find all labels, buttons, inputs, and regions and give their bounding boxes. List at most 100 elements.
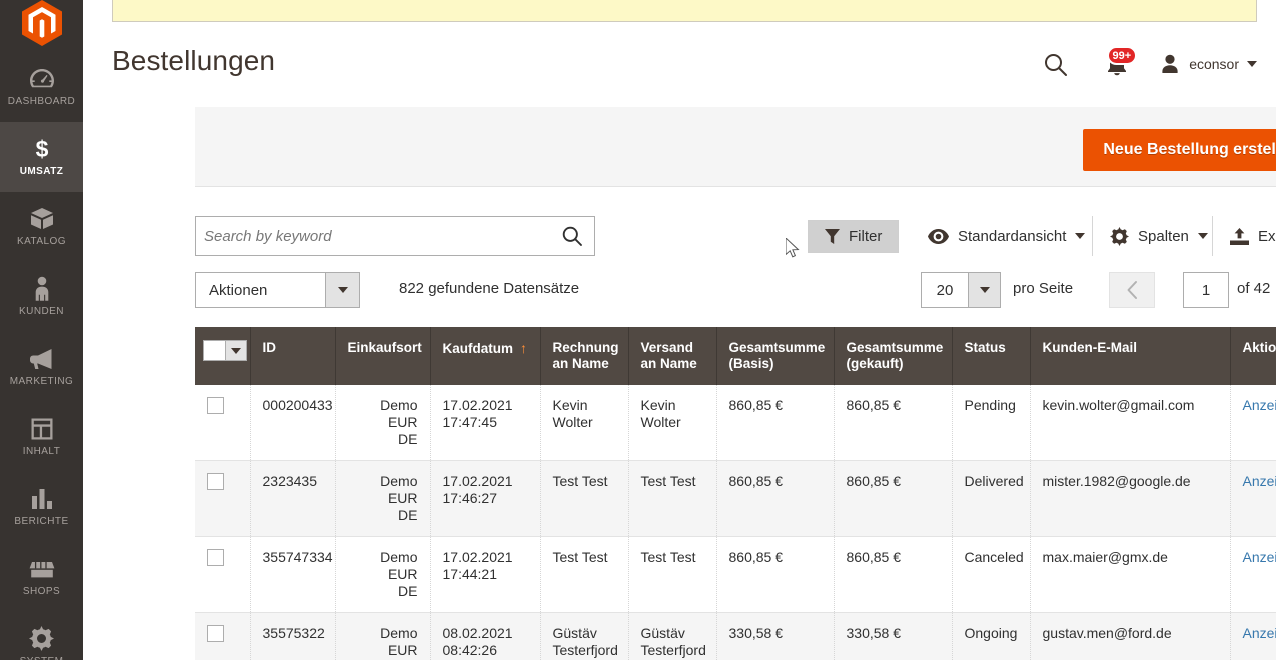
column-header-ship-to-name[interactable]: Versand an Name	[628, 327, 716, 385]
row-select-cell[interactable]	[195, 461, 250, 537]
view-order-link[interactable]: Anzeigen	[1243, 625, 1276, 641]
column-label: Einkaufsort	[348, 340, 422, 355]
cell-purchase-date: 17.02.2021 17:44:21	[430, 537, 540, 613]
sales-dollar-icon: $	[34, 136, 50, 162]
row-checkbox[interactable]	[207, 473, 224, 490]
column-label: ID	[263, 340, 277, 355]
grid-toolbar: Filter Standardansicht Spalten Export	[195, 216, 1276, 256]
per-page-select[interactable]: 20	[921, 272, 1001, 308]
sort-asc-icon: ↑	[520, 340, 527, 356]
orders-table: ID Einkaufsort Kaufdatum ↑ Rechnung an Na…	[195, 327, 1276, 660]
row-select-cell[interactable]	[195, 613, 250, 660]
chevron-down-icon	[1247, 61, 1257, 67]
chevron-down-icon	[968, 273, 1000, 307]
page-number-input[interactable]	[1184, 273, 1228, 307]
cell-bill-to: Test Test	[540, 461, 628, 537]
toolbar-divider	[1212, 216, 1213, 256]
sidebar-item-system[interactable]: SYSTEM	[0, 612, 83, 660]
user-name-label: econsor	[1189, 56, 1239, 72]
cell-status: Canceled	[952, 537, 1030, 613]
chevron-down-icon	[1198, 233, 1208, 239]
row-checkbox[interactable]	[207, 625, 224, 642]
view-order-link[interactable]: Anzeigen	[1243, 549, 1276, 565]
column-header-purchase-point[interactable]: Einkaufsort	[335, 327, 430, 385]
table-row[interactable]: 35575322 Demo EUR DE 08.02.2021 08:42:26…	[195, 613, 1276, 660]
column-header-bill-to-name[interactable]: Rechnung an Name	[540, 327, 628, 385]
mass-actions-select[interactable]: Aktionen	[195, 272, 360, 308]
view-order-link[interactable]: Anzeigen	[1243, 473, 1276, 489]
sidebar-item-label: SYSTEM	[20, 656, 64, 660]
actions-label: Aktionen	[196, 273, 325, 307]
row-select-cell[interactable]	[195, 385, 250, 461]
notice-banner	[112, 0, 1257, 22]
filter-button[interactable]: Filter	[808, 220, 899, 253]
cell-email: gustav.men@ford.de	[1030, 613, 1230, 660]
cell-total-base: 860,85 €	[716, 537, 834, 613]
columns-label: Spalten	[1138, 228, 1189, 245]
sidebar-item-katalog[interactable]: KATALOG	[0, 192, 83, 262]
sidebar-item-berichte[interactable]: BERICHTE	[0, 472, 83, 542]
page-actions-bar: Neue Bestellung erstellen	[195, 107, 1276, 187]
sidebar-item-inhalt[interactable]: INHALT	[0, 402, 83, 472]
notifications-bell[interactable]: 99+	[1091, 44, 1143, 84]
view-label: Standardansicht	[958, 228, 1066, 245]
sidebar-item-shops[interactable]: SHOPS	[0, 542, 83, 612]
cell-total-purchased: 860,85 €	[834, 537, 952, 613]
search-input[interactable]	[196, 228, 550, 245]
view-order-link[interactable]: Anzeigen	[1243, 397, 1276, 413]
cell-bill-to: Güstäv Testerfjord	[540, 613, 628, 660]
export-control[interactable]: Export	[1230, 222, 1276, 250]
header-actions: 99+ econsor	[1035, 44, 1257, 84]
keyword-search-box[interactable]	[195, 216, 595, 256]
row-select-cell[interactable]	[195, 537, 250, 613]
column-header-status[interactable]: Status	[952, 327, 1030, 385]
sidebar-item-label: KUNDEN	[19, 306, 64, 318]
column-header-customer-email[interactable]: Kunden-E-Mail	[1030, 327, 1230, 385]
select-all-header[interactable]	[195, 327, 250, 385]
column-header-id[interactable]: ID	[250, 327, 335, 385]
sidebar-item-umsatz[interactable]: $ UMSATZ	[0, 122, 83, 192]
sidebar-item-dashboard[interactable]: DASHBOARD	[0, 52, 83, 122]
column-header-purchase-date[interactable]: Kaufdatum ↑	[430, 327, 540, 385]
table-row[interactable]: 000200433 Demo EUR DE 17.02.2021 17:47:4…	[195, 385, 1276, 461]
create-new-order-button[interactable]: Neue Bestellung erstellen	[1083, 129, 1276, 171]
sidebar-item-label: BERICHTE	[14, 516, 68, 528]
row-checkbox[interactable]	[207, 397, 224, 414]
page-title: Bestellungen	[112, 44, 275, 78]
previous-page-button[interactable]	[1109, 272, 1155, 308]
table-header-row: ID Einkaufsort Kaufdatum ↑ Rechnung an Na…	[195, 327, 1276, 385]
table-head: ID Einkaufsort Kaufdatum ↑ Rechnung an Na…	[195, 327, 1276, 385]
table-row[interactable]: 355747334 Demo EUR DE 17.02.2021 17:44:2…	[195, 537, 1276, 613]
column-header-grand-total-base[interactable]: Gesamtsumme (Basis)	[716, 327, 834, 385]
cell-id: 000200433	[250, 385, 335, 461]
main-content: Bestellungen 99+ econsor	[83, 0, 1276, 660]
eye-icon	[928, 229, 949, 244]
user-menu[interactable]: econsor	[1159, 53, 1257, 75]
search-icon[interactable]	[1035, 44, 1075, 84]
column-label: Aktion	[1243, 340, 1276, 355]
view-bookmarks-control[interactable]: Standardansicht	[928, 222, 1085, 250]
table-row[interactable]: 2323435 Demo EUR DE 17.02.2021 17:46:27 …	[195, 461, 1276, 537]
sidebar-item-kunden[interactable]: KUNDEN	[0, 262, 83, 332]
sidebar-item-label: MARKETING	[10, 376, 74, 388]
column-label: Kaufdatum	[443, 341, 514, 356]
chevron-down-icon	[225, 341, 246, 360]
sidebar-item-marketing[interactable]: MARKETING	[0, 332, 83, 402]
cell-email: kevin.wolter@gmail.com	[1030, 385, 1230, 461]
per-page-label: pro Seite	[1013, 280, 1073, 297]
search-icon[interactable]	[550, 217, 594, 255]
cell-purchase-date: 17.02.2021 17:46:27	[430, 461, 540, 537]
row-checkbox[interactable]	[207, 549, 224, 566]
notification-count-badge: 99+	[1107, 46, 1138, 65]
columns-control[interactable]: Spalten	[1110, 222, 1208, 250]
column-header-grand-total-purchased[interactable]: Gesamtsumme (gekauft)	[834, 327, 952, 385]
cell-id: 35575322	[250, 613, 335, 660]
page-number-box[interactable]	[1183, 272, 1229, 308]
magento-logo[interactable]	[0, 0, 83, 46]
cell-email: mister.1982@google.de	[1030, 461, 1230, 537]
user-avatar-icon	[1159, 53, 1181, 75]
select-all-checkbox[interactable]	[203, 340, 247, 361]
content-layout-icon	[30, 416, 54, 442]
cell-total-purchased: 860,85 €	[834, 461, 952, 537]
chevron-down-icon	[325, 273, 359, 307]
